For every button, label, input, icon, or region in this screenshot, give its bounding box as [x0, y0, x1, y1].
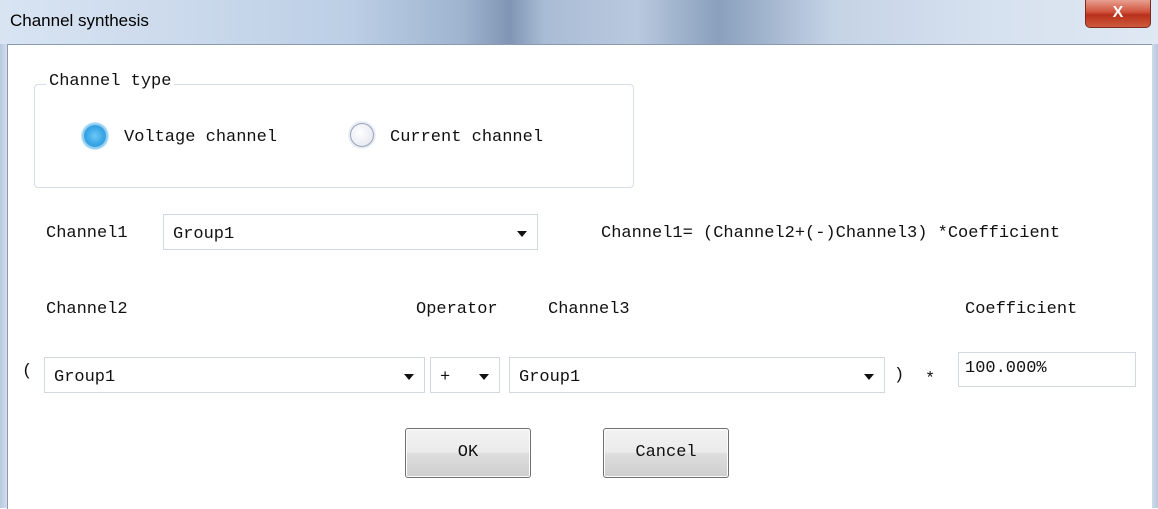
operator-select-value: + — [440, 368, 451, 387]
close-button[interactable]: X — [1085, 0, 1151, 28]
channel1-select[interactable]: Group1 — [163, 214, 538, 250]
chevron-down-icon — [479, 374, 489, 380]
current-channel-radio[interactable] — [350, 123, 374, 147]
title-bar[interactable]: Channel synthesis X — [0, 0, 1158, 44]
chevron-down-icon — [864, 374, 874, 380]
cancel-button[interactable]: Cancel — [603, 428, 729, 478]
channel2-header: Channel2 — [46, 300, 128, 319]
close-icon: X — [1112, 4, 1124, 21]
channel-type-legend: Channel type — [46, 72, 175, 91]
channel1-select-value: Group1 — [173, 225, 235, 244]
channel3-select[interactable]: Group1 — [509, 357, 885, 393]
coefficient-input[interactable]: 100.000% — [958, 352, 1136, 387]
close-paren: ) — [894, 366, 905, 385]
coefficient-header: Coefficient — [965, 300, 1078, 319]
voltage-channel-radio[interactable] — [82, 123, 108, 149]
formula-text: Channel1= (Channel2+(-)Channel3) *Coeffi… — [601, 224, 1061, 243]
window-title: Channel synthesis — [10, 11, 149, 30]
window-frame-right — [1151, 44, 1158, 508]
operator-header: Operator — [416, 300, 498, 319]
channel2-select-value: Group1 — [54, 368, 116, 387]
channel1-label: Channel1 — [46, 224, 128, 243]
window-frame-left — [0, 44, 7, 508]
current-channel-label[interactable]: Current channel — [390, 128, 543, 147]
open-paren: ( — [22, 362, 33, 381]
voltage-channel-label[interactable]: Voltage channel — [124, 128, 277, 147]
multiply-sign: * — [925, 370, 936, 389]
operator-select[interactable]: + — [430, 357, 500, 393]
chevron-down-icon — [517, 231, 527, 237]
channel3-select-value: Group1 — [519, 368, 581, 387]
channel2-select[interactable]: Group1 — [44, 357, 425, 393]
coefficient-input-value: 100.000% — [965, 359, 1047, 378]
channel3-header: Channel3 — [548, 300, 630, 319]
chevron-down-icon — [404, 374, 414, 380]
ok-button[interactable]: OK — [405, 428, 531, 478]
